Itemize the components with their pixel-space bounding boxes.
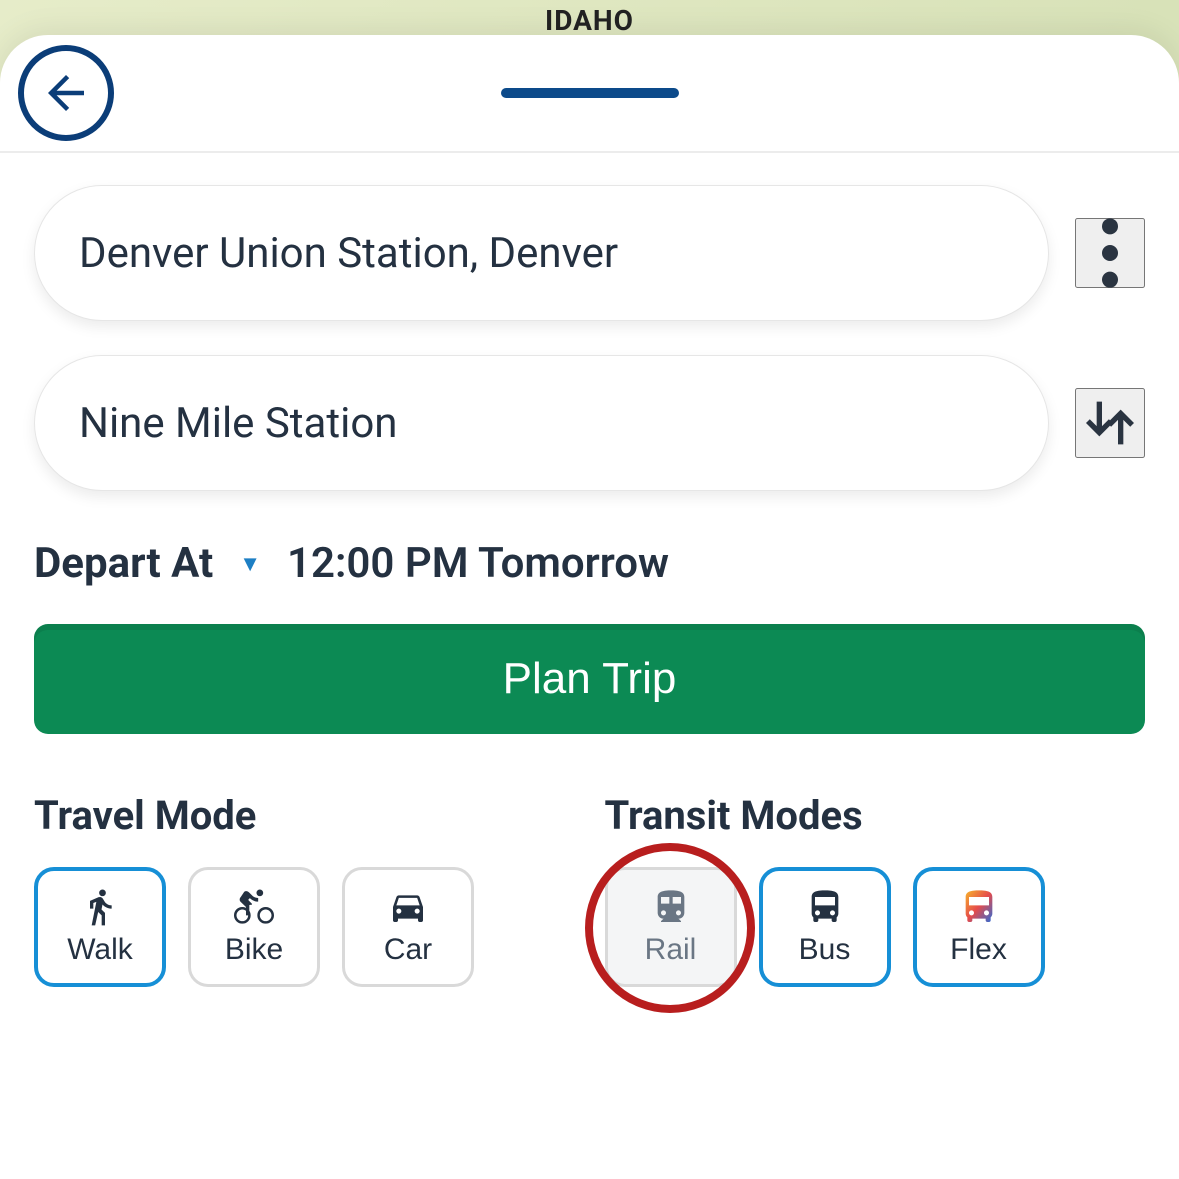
travel-mode-walk[interactable]: Walk: [34, 867, 166, 987]
destination-input[interactable]: Nine Mile Station: [34, 355, 1049, 491]
plan-trip-button[interactable]: Plan Trip: [34, 624, 1145, 734]
trip-planner-sheet: Denver Union Station, Denver Nine Mile S…: [0, 35, 1179, 1179]
map-label: IDAHO: [545, 4, 634, 37]
depart-time-value: 12:00 PM Tomorrow: [287, 539, 669, 588]
travel-mode-bike[interactable]: Bike: [188, 867, 320, 987]
depart-label: Depart At: [34, 539, 213, 588]
sheet-header: [0, 35, 1179, 153]
bus-icon: [805, 887, 845, 927]
travel-mode-car[interactable]: Car: [342, 867, 474, 987]
mode-label: Bike: [225, 933, 283, 967]
swap-locations-button[interactable]: [1075, 388, 1145, 458]
car-icon: [386, 887, 430, 927]
transit-modes-section: Transit Modes Rail Bus: [605, 792, 1146, 987]
travel-mode-title: Travel Mode: [34, 792, 575, 839]
mode-label: Bus: [799, 933, 851, 967]
mode-label: Flex: [950, 933, 1007, 967]
mode-label: Rail: [645, 933, 697, 967]
back-button[interactable]: [18, 45, 114, 141]
flex-icon: [959, 887, 999, 927]
mode-label: Walk: [67, 933, 133, 967]
origin-input[interactable]: Denver Union Station, Denver: [34, 185, 1049, 321]
mode-label: Car: [384, 933, 432, 967]
arrow-left-icon: [39, 66, 93, 120]
more-vertical-icon: [1102, 218, 1118, 288]
swap-icon: [1078, 391, 1142, 455]
plan-trip-label: Plan Trip: [503, 654, 677, 704]
transit-mode-rail[interactable]: Rail: [605, 867, 737, 987]
transit-modes-title: Transit Modes: [605, 792, 1146, 839]
destination-value: Nine Mile Station: [79, 399, 397, 448]
travel-mode-section: Travel Mode Walk Bike Car: [34, 792, 575, 987]
bike-icon: [231, 887, 277, 927]
transit-mode-bus[interactable]: Bus: [759, 867, 891, 987]
origin-value: Denver Union Station, Denver: [79, 229, 618, 278]
walk-icon: [80, 887, 120, 927]
depart-time-selector[interactable]: Depart At ▼ 12:00 PM Tomorrow: [34, 539, 1145, 588]
transit-mode-flex[interactable]: Flex: [913, 867, 1045, 987]
dropdown-triangle-icon: ▼: [239, 551, 261, 577]
form-content: Denver Union Station, Denver Nine Mile S…: [0, 153, 1179, 987]
more-options-button[interactable]: [1075, 218, 1145, 288]
rail-icon: [651, 887, 691, 927]
sheet-grabber[interactable]: [501, 88, 679, 98]
